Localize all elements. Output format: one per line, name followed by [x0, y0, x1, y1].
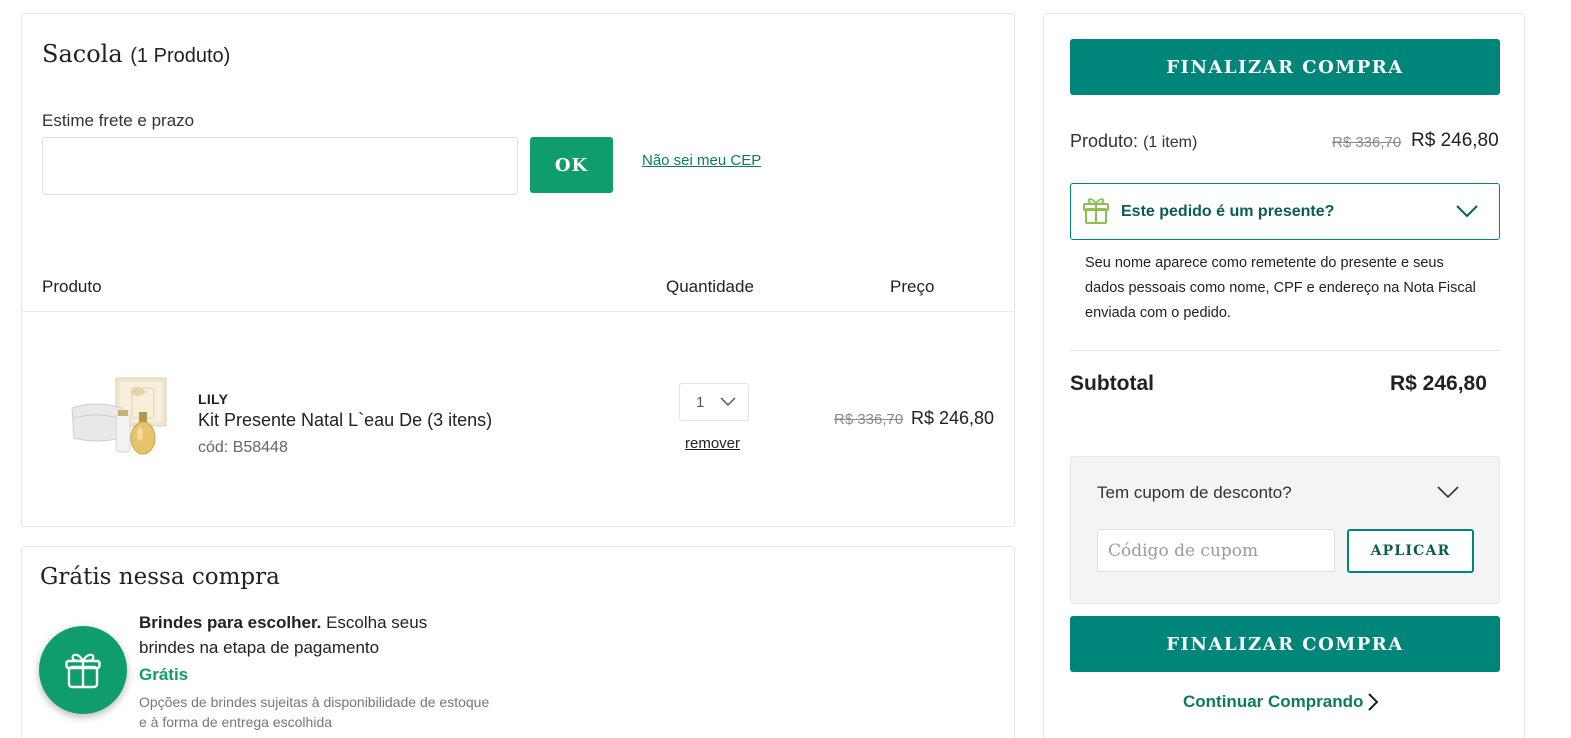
gift-description: Brindes para escolher. Escolha seus brin… [139, 610, 469, 660]
gift-order-info: Seu nome aparece como remetente do prese… [1085, 255, 1476, 321]
chevron-down-icon [1456, 205, 1478, 218]
order-summary-card: FINALIZAR COMPRA Produto: (1 item) R$ 33… [1043, 13, 1525, 738]
shipping-estimate-label: Estime frete e prazo [42, 111, 195, 130]
column-header-quantity: Quantidade [666, 277, 754, 296]
bag-title-text: Sacola [42, 40, 123, 68]
summary-price-discounted: R$ 246,80 [1411, 130, 1499, 151]
continue-shopping-link[interactable]: Continuar Comprando [1183, 692, 1379, 712]
cep-input[interactable] [42, 137, 518, 195]
coupon-section: Tem cupom de desconto? APLICAR [1070, 456, 1500, 604]
free-gifts-title: Grátis nessa compra [40, 564, 280, 590]
apply-coupon-button[interactable]: APLICAR [1347, 529, 1474, 573]
gift-free-label: Grátis [139, 665, 189, 684]
gift-order-toggle[interactable]: Este pedido é um presente? [1070, 183, 1500, 240]
product-name[interactable]: Kit Presente Natal L`eau De (3 itens) [198, 410, 492, 431]
quantity-select[interactable]: 1 [679, 383, 749, 421]
column-header-product: Produto [42, 277, 102, 296]
summary-item-count: (1 item) [1143, 134, 1198, 151]
table-header-divider [22, 311, 1014, 312]
free-gifts-card: Grátis nessa compra Brindes para escolhe… [21, 546, 1015, 738]
bag-card: Sacola (1 Produto) Estime frete e prazo … [21, 13, 1015, 527]
summary-product-text: Produto: [1070, 131, 1139, 151]
product-brand: LILY [198, 391, 229, 407]
quantity-value: 1 [696, 393, 705, 411]
chevron-right-icon [1368, 693, 1379, 711]
gift-description-bold: Brindes para escolher. [139, 613, 322, 632]
product-image[interactable] [70, 374, 170, 458]
item-price-original: R$ 336,70 [834, 411, 904, 428]
summary-price-original: R$ 336,70 [1332, 134, 1402, 151]
coupon-code-input[interactable] [1097, 529, 1335, 572]
gift-badge [39, 626, 127, 714]
remove-item-link[interactable]: remover [685, 435, 740, 452]
subtotal-value: R$ 246,80 [1390, 372, 1487, 395]
gift-order-question: Este pedido é um presente? [1121, 203, 1335, 220]
unknown-cep-link[interactable]: Não sei meu CEP [642, 152, 761, 169]
subtotal-label: Subtotal [1070, 372, 1154, 395]
gift-availability-note: Opções de brindes sujeitas à disponibili… [139, 694, 490, 730]
summary-divider [1070, 350, 1500, 351]
product-code: cód: B58448 [198, 439, 288, 456]
checkout-button-bottom[interactable]: FINALIZAR COMPRA [1070, 616, 1500, 672]
bag-product-count: (1 Produto) [130, 45, 231, 67]
continue-shopping-label: Continuar Comprando [1183, 692, 1364, 711]
column-header-price: Preço [890, 277, 935, 296]
summary-product-label: Produto: (1 item) [1070, 131, 1197, 152]
chevron-down-icon [720, 397, 736, 407]
cep-ok-button[interactable]: OK [530, 137, 613, 193]
coupon-toggle[interactable]: Tem cupom de desconto? [1097, 483, 1292, 503]
chevron-down-icon[interactable] [1437, 485, 1459, 499]
checkout-button-top[interactable]: FINALIZAR COMPRA [1070, 39, 1500, 95]
gift-icon [65, 653, 101, 689]
bag-title: Sacola (1 Produto) [42, 40, 230, 68]
item-price-discounted: R$ 246,80 [911, 408, 995, 428]
gift-icon [1083, 198, 1109, 224]
